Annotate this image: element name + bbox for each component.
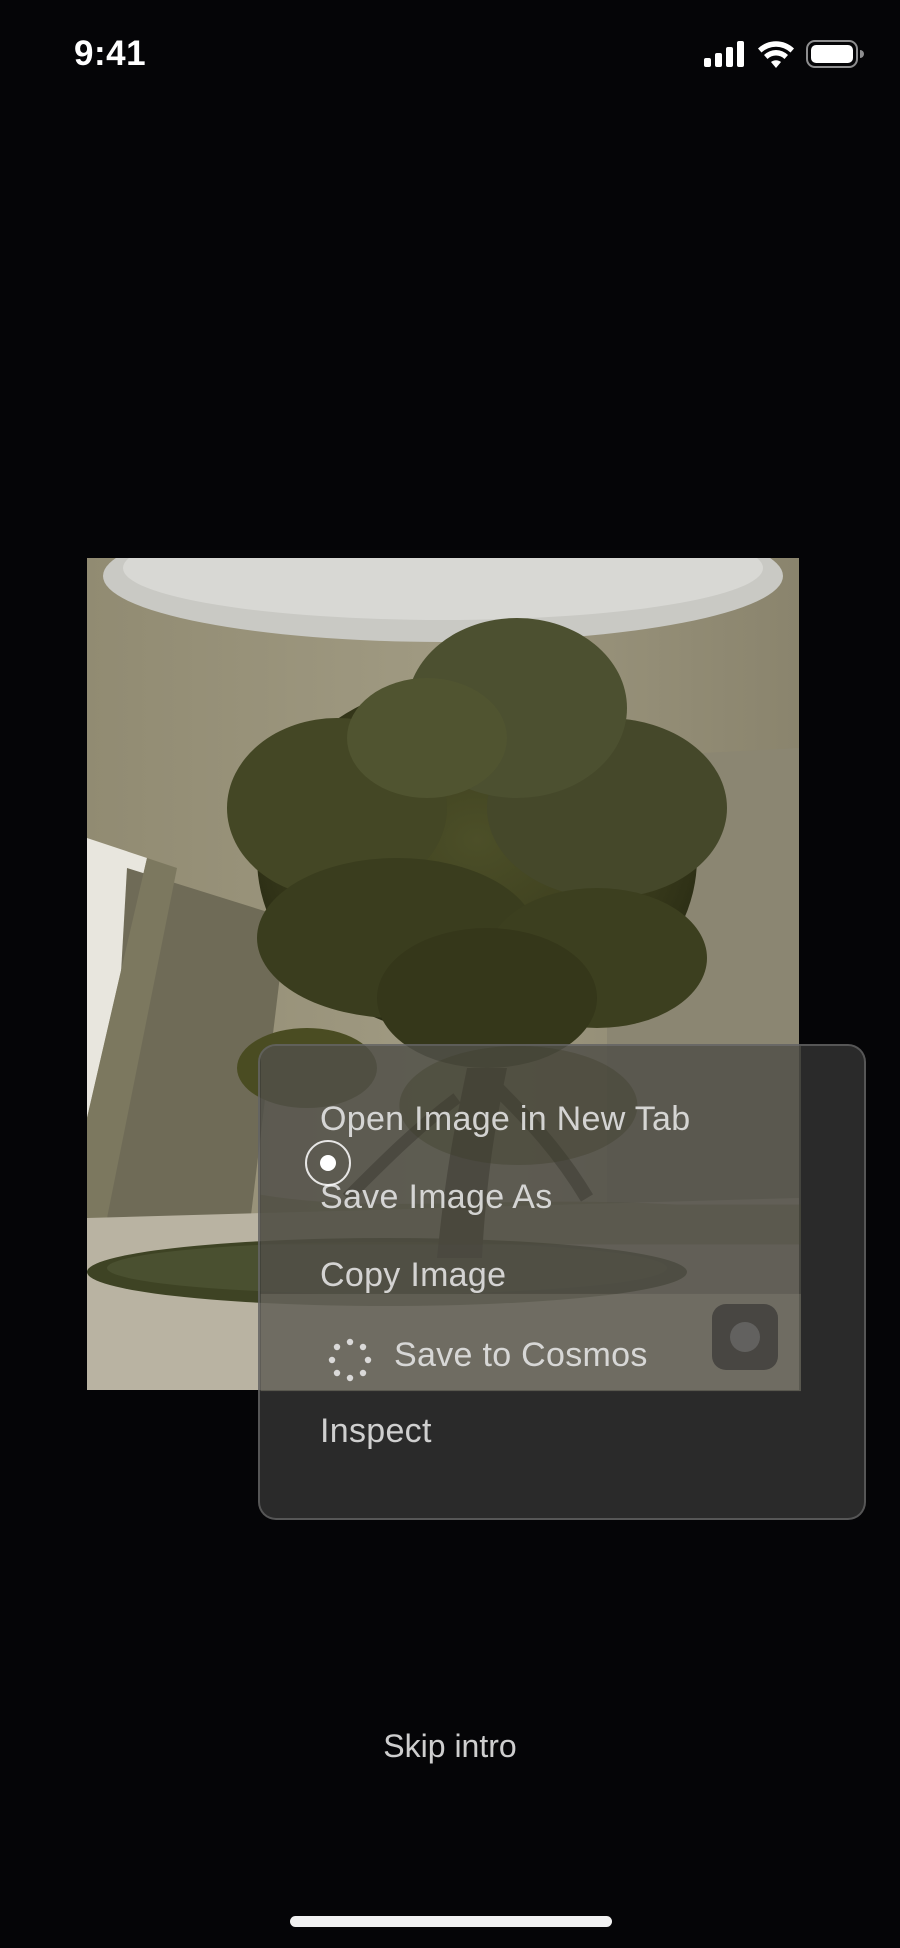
home-indicator[interactable] bbox=[290, 1916, 612, 1927]
battery-icon bbox=[806, 40, 864, 73]
status-icons bbox=[704, 40, 864, 73]
menu-item-open-image-new-tab[interactable]: Open Image in New Tab bbox=[320, 1100, 690, 1139]
status-bar: 9:41 bbox=[0, 0, 900, 110]
menu-item-copy-image[interactable]: Copy Image bbox=[320, 1256, 506, 1295]
menu-item-inspect[interactable]: Inspect bbox=[320, 1412, 432, 1451]
menu-item-save-to-cosmos[interactable]: Save to Cosmos bbox=[394, 1336, 648, 1375]
status-time: 9:41 bbox=[74, 34, 147, 73]
context-menu: Open Image in New Tab Save Image As Copy… bbox=[258, 1044, 866, 1520]
wifi-icon bbox=[758, 40, 794, 73]
menu-item-save-image-as[interactable]: Save Image As bbox=[320, 1178, 553, 1217]
cursor-icon bbox=[305, 1140, 351, 1186]
cosmos-dots-icon bbox=[326, 1336, 374, 1384]
signal-icon bbox=[704, 41, 746, 72]
skip-intro-button[interactable]: Skip intro bbox=[0, 1728, 900, 1765]
menu-corner-knob bbox=[712, 1304, 778, 1370]
